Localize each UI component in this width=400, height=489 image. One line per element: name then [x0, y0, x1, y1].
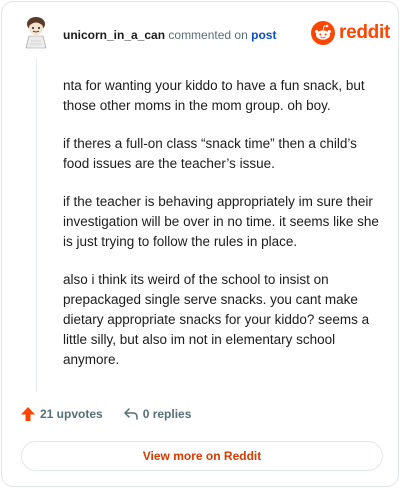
reply-button[interactable]: 0 replies	[123, 406, 192, 422]
upvote-button[interactable]: 21 upvotes	[20, 406, 103, 422]
commented-on-text: commented on	[168, 28, 248, 42]
user-avatar-icon[interactable]	[21, 15, 51, 49]
comment-body: nta for wanting your kiddo to have a fun…	[63, 76, 379, 388]
reddit-logo[interactable]: reddit	[311, 21, 390, 45]
comment-paragraph: if the teacher is behaving appropriately…	[63, 194, 379, 249]
comment-paragraph: if theres a full-on class “snack time” t…	[63, 136, 357, 171]
view-more-on-reddit-button[interactable]: View more on Reddit	[21, 441, 383, 471]
username-link[interactable]: unicorn_in_a_can	[63, 28, 165, 42]
comment-actions: 21 upvotes 0 replies	[20, 406, 191, 422]
comment-header: unicorn_in_a_can commented on post	[63, 28, 276, 42]
post-link[interactable]: post	[251, 28, 276, 42]
reply-arrow-icon	[123, 408, 138, 420]
upvote-arrow-icon	[21, 407, 35, 421]
comment-paragraph: also i think its weird of the school to …	[63, 272, 370, 367]
thread-line	[36, 58, 37, 392]
comment-embed-card: unicorn_in_a_can commented on post reddi…	[1, 1, 399, 487]
reply-count: 0 replies	[142, 407, 192, 421]
reddit-snoo-icon	[311, 21, 335, 45]
upvote-count: 21 upvotes	[40, 407, 103, 421]
comment-paragraph: nta for wanting your kiddo to have a fun…	[63, 78, 365, 113]
reddit-wordmark: reddit	[339, 22, 390, 43]
